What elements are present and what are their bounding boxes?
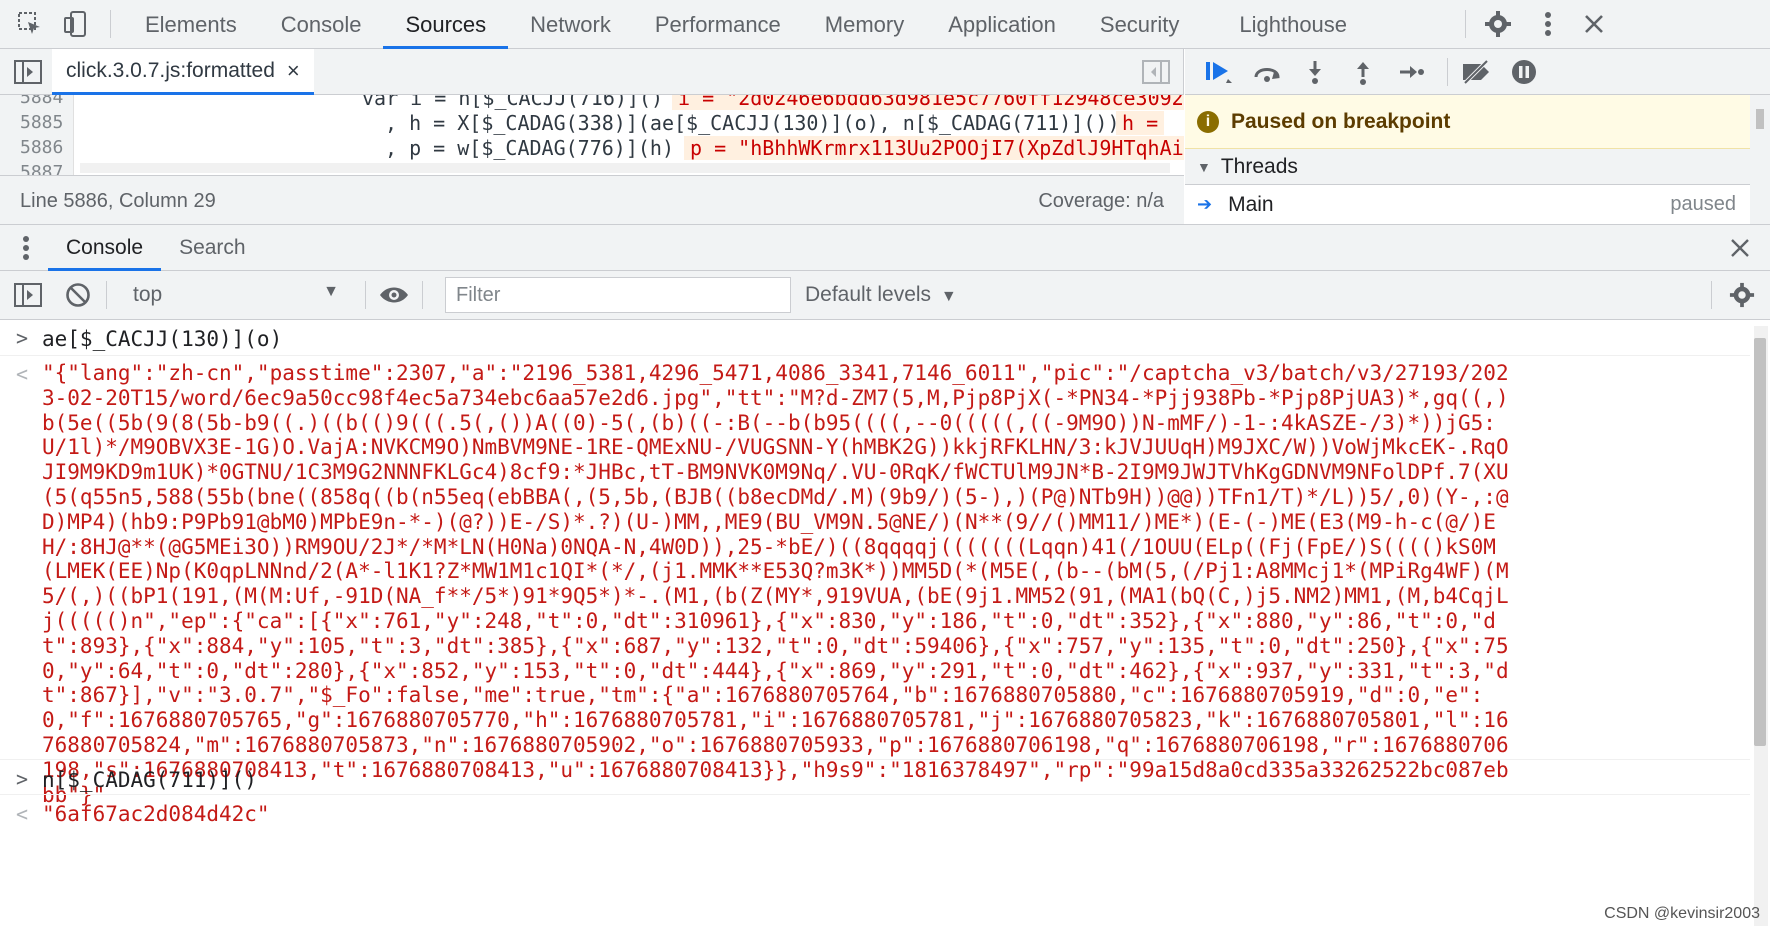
result-string[interactable]: "6af67ac2d084d42c" <box>42 802 270 826</box>
threads-label: Threads <box>1220 154 1298 178</box>
code-editor[interactable]: 5884 5885 5886 5887 var i = n[$_CACJJ(71… <box>0 95 1184 175</box>
horizontal-scrollbar[interactable] <box>80 163 1170 173</box>
tab-application[interactable]: Application <box>926 0 1078 49</box>
tab-memory[interactable]: Memory <box>803 0 926 49</box>
file-tab-strip: click.3.0.7.js:formatted × <box>0 49 1183 95</box>
toolbar-divider <box>1447 57 1448 86</box>
drawer-menu-icon[interactable] <box>14 232 38 264</box>
step-icon[interactable] <box>1391 52 1431 92</box>
close-drawer-icon[interactable] <box>1724 232 1756 264</box>
execution-context-select[interactable]: top ▼ <box>119 283 353 307</box>
show-console-sidebar-icon[interactable] <box>12 279 44 311</box>
close-tab-icon[interactable]: × <box>287 58 300 84</box>
console-output[interactable]: > ae[$_CACJJ(130)](o) < "{"lang":"zh-cn"… <box>0 320 1770 929</box>
execution-context-label: top <box>133 283 163 306</box>
tab-network[interactable]: Network <box>508 0 633 49</box>
sources-editor-panel: click.3.0.7.js:formatted × 5884 5885 588… <box>0 49 1184 224</box>
watermark-text: CSDN @kevinsir2003 <box>1604 905 1760 922</box>
thread-name: Main <box>1228 192 1274 216</box>
drawer-tab-console[interactable]: Console <box>48 225 162 271</box>
console-command[interactable]: n[$_CADAG(711)]() <box>42 768 257 792</box>
step-out-icon[interactable] <box>1343 52 1383 92</box>
dropdown-triangle-icon: ▼ <box>323 283 339 300</box>
inspect-element-icon[interactable] <box>14 8 46 40</box>
coverage-status: Coverage: n/a <box>1038 190 1164 212</box>
expand-triangle-icon: ▼ <box>1197 158 1211 175</box>
line-number[interactable]: 5886 <box>20 137 63 158</box>
thread-status: paused <box>1670 193 1736 215</box>
log-levels-label: Default levels <box>805 283 932 306</box>
console-scrollbar-thumb[interactable] <box>1754 338 1766 746</box>
console-toolbar: top ▼ Filter Default levels ▼ <box>0 271 1770 320</box>
line-number[interactable]: 5887 <box>20 162 63 175</box>
console-result-row: < "{"lang":"zh-cn","passtime":2307,"a":"… <box>0 356 1750 807</box>
drawer-tab-search[interactable]: Search <box>161 225 264 271</box>
drawer-tab-bar: Console Search <box>0 224 1770 271</box>
current-thread-arrow-icon: ➔ <box>1197 194 1213 214</box>
line-number[interactable]: 5885 <box>20 112 63 133</box>
result-string[interactable]: "{"lang":"zh-cn","passtime":2307,"a":"21… <box>42 361 1517 807</box>
code-line-5884: var i = n[$_CACJJ(716)]() <box>362 95 664 110</box>
paused-on-breakpoint-banner: i Paused on breakpoint <box>1185 95 1750 149</box>
console-settings-gear-icon[interactable] <box>1726 279 1758 311</box>
input-prompt-icon: > <box>16 326 29 350</box>
settings-gear-icon[interactable] <box>1482 8 1514 40</box>
inline-value-i: i = "2d0246e6bdd63d981e5c7760ff12948ce30… <box>672 95 1184 110</box>
debugger-scrollbar[interactable] <box>1756 109 1764 129</box>
code-line-5885: , h = X[$_CADAG(338)](ae[$_CACJJ(130)](o… <box>385 111 1120 135</box>
toolbar-divider <box>106 281 107 309</box>
tab-security[interactable]: Security <box>1078 0 1201 49</box>
toggle-navigator-icon[interactable] <box>12 56 44 88</box>
output-prompt-icon: < <box>16 362 29 386</box>
toolbar-divider <box>365 281 366 309</box>
step-over-icon[interactable] <box>1247 52 1287 92</box>
console-input-row: > ae[$_CACJJ(130)](o) <box>0 320 1750 356</box>
debugger-toolbar <box>1185 49 1770 95</box>
resume-icon[interactable] <box>1199 52 1239 92</box>
cursor-position: Line 5886, Column 29 <box>20 190 216 212</box>
toolbar-divider <box>1465 10 1467 38</box>
deactivate-breakpoints-icon[interactable] <box>1456 52 1496 92</box>
editor-status-bar: Line 5886, Column 29 Coverage: n/a <box>0 175 1184 224</box>
toolbar-divider <box>110 10 111 38</box>
tab-elements[interactable]: Elements <box>123 0 259 49</box>
tab-lighthouse[interactable]: Lighthouse <box>1217 0 1369 49</box>
output-prompt-icon: < <box>16 802 29 826</box>
more-options-icon[interactable] <box>1532 8 1564 40</box>
dropdown-triangle-icon: ▼ <box>940 288 957 305</box>
console-result-row: < "6af67ac2d084d42c" <box>0 796 1750 830</box>
toolbar-divider <box>1711 281 1712 309</box>
debugger-sidebar: i Paused on breakpoint ▼ Threads ➔ Main … <box>1185 49 1770 224</box>
line-number[interactable]: 5884 <box>20 95 63 108</box>
console-filter-input[interactable]: Filter <box>445 277 791 313</box>
threads-section-header[interactable]: ▼ Threads <box>1185 149 1750 185</box>
file-tab-click-js[interactable]: click.3.0.7.js:formatted × <box>52 49 314 95</box>
step-into-icon[interactable] <box>1295 52 1335 92</box>
toolbar-divider <box>422 281 423 309</box>
inline-value-p: p = "hBhhWKrmrx113Uu2POOjI7(XpZdlJ9HTqhA… <box>684 136 1184 160</box>
tab-sources[interactable]: Sources <box>383 0 508 49</box>
code-line-5886: , p = w[$_CADAG(776)](h) <box>385 136 674 160</box>
console-command[interactable]: ae[$_CACJJ(130)](o) <box>42 327 282 351</box>
live-expression-eye-icon[interactable] <box>378 279 410 311</box>
pause-on-exceptions-icon[interactable] <box>1504 52 1544 92</box>
thread-item-main[interactable]: ➔ Main paused <box>1185 185 1750 224</box>
log-levels-dropdown[interactable]: Default levels ▼ <box>805 283 957 307</box>
tab-performance[interactable]: Performance <box>633 0 803 49</box>
info-icon: i <box>1197 110 1219 133</box>
tab-console[interactable]: Console <box>259 0 384 49</box>
clear-console-icon[interactable] <box>62 279 94 311</box>
toggle-debugger-icon[interactable] <box>1140 56 1172 88</box>
command-text: ae[$_CACJJ(130)](o) <box>42 327 283 351</box>
inline-value-h: h = <box>1116 111 1165 135</box>
device-toolbar-icon[interactable] <box>60 8 92 40</box>
console-input-row: > n[$_CADAG(711)]() <box>0 761 1750 795</box>
file-tab-label: click.3.0.7.js:formatted <box>66 58 275 82</box>
paused-message: Paused on breakpoint <box>1231 109 1451 133</box>
devtools-tab-bar: Elements Console Sources Network Perform… <box>0 0 1770 49</box>
close-devtools-icon[interactable] <box>1578 8 1610 40</box>
input-prompt-icon: > <box>16 767 29 791</box>
